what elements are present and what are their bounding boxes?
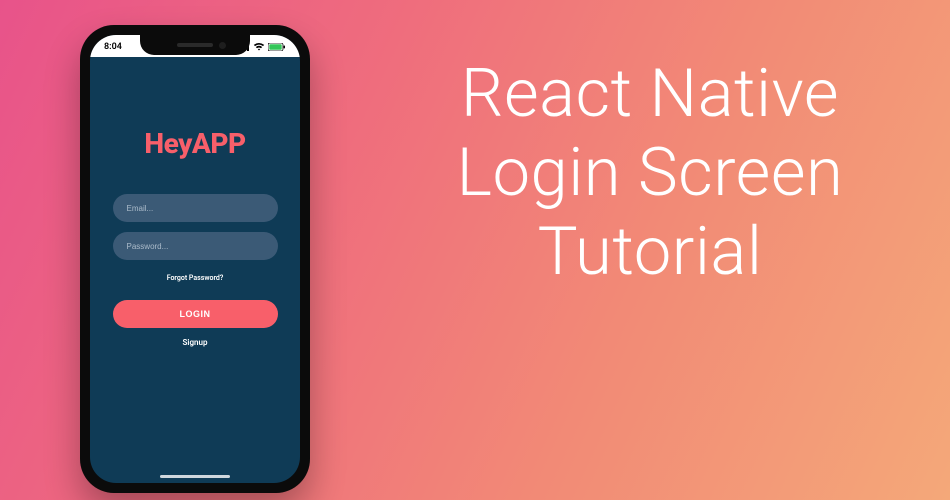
battery-icon — [268, 43, 286, 51]
heading-line-3: Tutorial — [538, 213, 763, 291]
phone-notch — [140, 35, 250, 55]
heading-line-1: React Native — [461, 55, 839, 133]
camera-icon — [219, 42, 226, 49]
email-field[interactable] — [113, 194, 278, 222]
heading-line-2: Login Screen — [457, 134, 844, 212]
signup-link[interactable]: Signup — [183, 338, 208, 347]
page-heading: React Native Login Screen Tutorial — [400, 55, 900, 292]
wifi-icon — [253, 43, 265, 51]
status-time: 8:04 — [104, 42, 122, 52]
speaker-icon — [177, 43, 213, 47]
phone-screen: 8:04 HeyAPP Forgot Password? LOGIN Signu… — [90, 35, 300, 483]
password-field[interactable] — [113, 232, 278, 260]
home-indicator[interactable] — [160, 475, 230, 478]
login-button[interactable]: LOGIN — [113, 300, 278, 328]
app-logo: HeyAPP — [144, 127, 245, 160]
forgot-password-link[interactable]: Forgot Password? — [167, 274, 224, 282]
phone-mockup: 8:04 HeyAPP Forgot Password? LOGIN Signu… — [80, 25, 310, 493]
login-screen: HeyAPP Forgot Password? LOGIN Signup — [90, 57, 300, 483]
